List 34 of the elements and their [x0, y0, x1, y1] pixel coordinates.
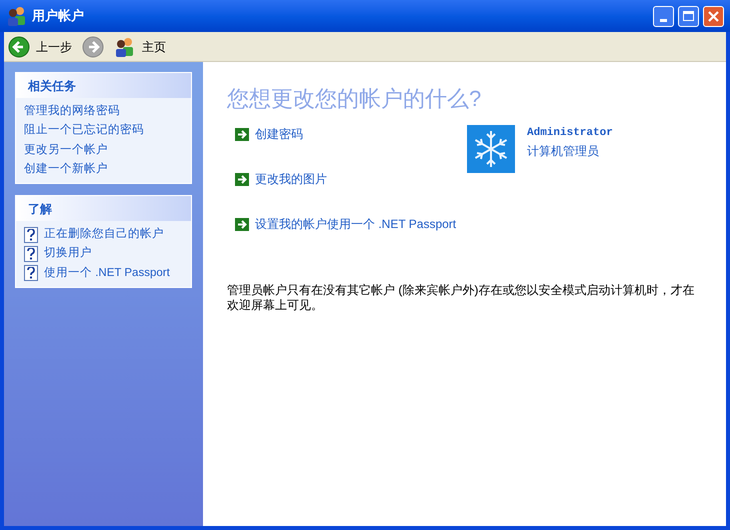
- task-link[interactable]: 切换用户: [24, 245, 183, 262]
- help-icon: [24, 265, 38, 282]
- task-link[interactable]: 正在删除您自己的帐户: [24, 226, 183, 244]
- arrow-icon: [235, 172, 249, 186]
- account-type: 计算机管理员: [527, 142, 600, 160]
- users-icon: [6, 6, 28, 26]
- back-button[interactable]: 上一步: [8, 36, 72, 58]
- task-link[interactable]: 创建一个新帐户: [24, 160, 183, 178]
- task-link[interactable]: 阻止一个已忘记的密码: [24, 122, 183, 140]
- maximize-icon: [683, 11, 694, 21]
- help-icon: [24, 226, 38, 243]
- note-text: 管理员帐户只有在没有其它帐户 (除来宾帐户外)存在或您以安全模式启动计算机时，才在欢迎屏幕上可见。: [227, 283, 696, 313]
- account-name: Administrator: [527, 126, 613, 141]
- task-link[interactable]: 更改我的图片: [227, 170, 467, 188]
- task-link[interactable]: 设置我的帐户使用一个 .NET Passport: [227, 215, 467, 233]
- page-heading: 您想更改您的帐户的什么?: [227, 85, 482, 113]
- arrow-icon: [235, 218, 249, 230]
- arrow-icon: [235, 128, 249, 140]
- task-link[interactable]: 更改另一个帐户: [24, 142, 183, 159]
- task-link[interactable]: 使用一个 .NET Passport: [24, 264, 183, 282]
- close-icon: [708, 10, 719, 22]
- minimize-button[interactable]: [653, 6, 674, 26]
- window-title: 用户帐户: [32, 7, 84, 26]
- help-icon: [24, 246, 38, 262]
- home-button[interactable]: 主页: [114, 36, 166, 56]
- close-button[interactable]: [703, 6, 724, 26]
- task-link[interactable]: 管理我的网络密码: [24, 103, 183, 120]
- maximize-button[interactable]: [678, 6, 699, 26]
- snowflake-picture: [467, 125, 515, 173]
- panel-title: 了解: [28, 200, 52, 218]
- minimize-icon: [660, 18, 667, 22]
- users-icon: [114, 36, 136, 56]
- task-link[interactable]: 创建密码: [227, 125, 467, 143]
- panel-title: 相关任务: [28, 78, 76, 94]
